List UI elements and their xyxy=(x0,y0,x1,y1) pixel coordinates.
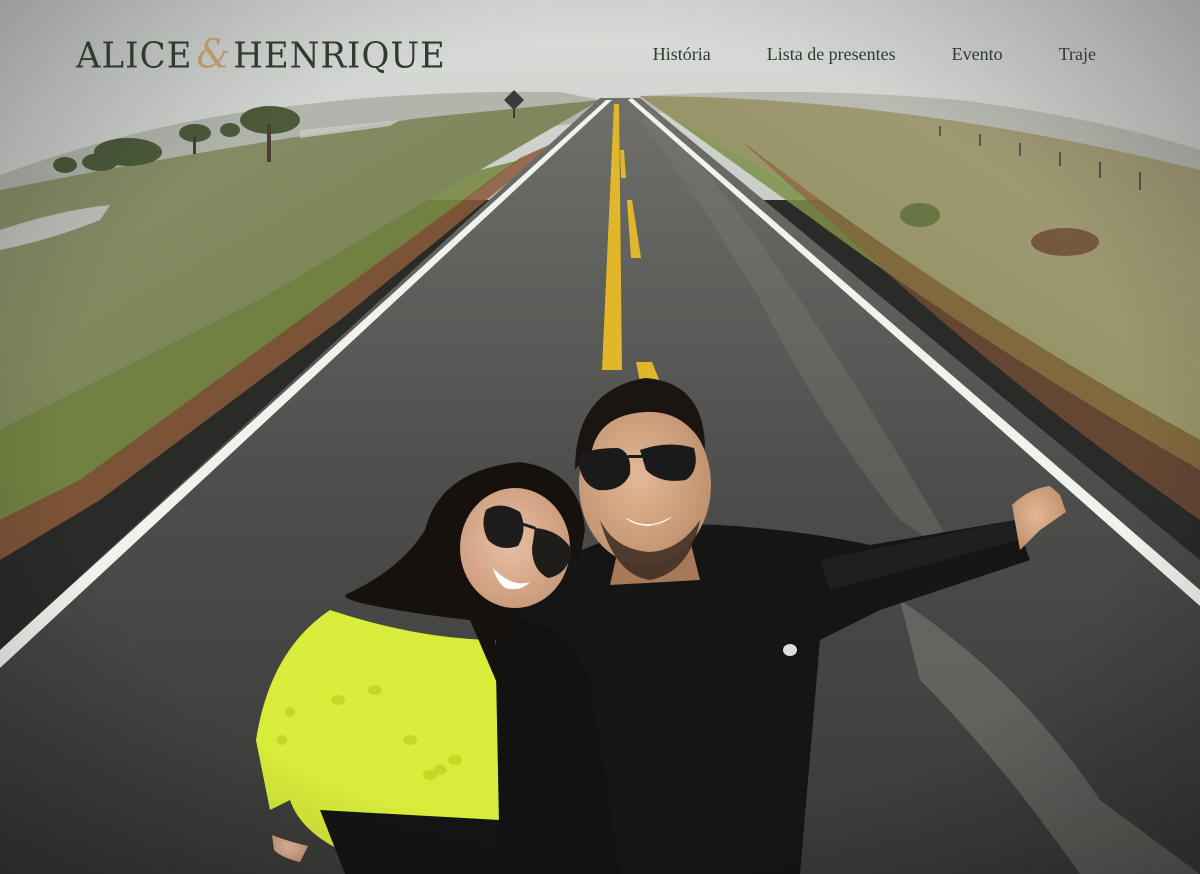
hero-photo xyxy=(0,0,1200,874)
hero-section: ALICE & HENRIQUE História Lista de prese… xyxy=(0,0,1200,874)
main-nav: História Lista de presentes Evento Traje xyxy=(653,44,1096,65)
site-header: ALICE & HENRIQUE História Lista de prese… xyxy=(0,0,1200,110)
site-logo[interactable]: ALICE & HENRIQUE xyxy=(76,30,446,79)
nav-link-historia[interactable]: História xyxy=(653,44,711,65)
logo-second-name: HENRIQUE xyxy=(233,35,446,77)
logo-ampersand: & xyxy=(196,30,232,77)
nav-link-evento[interactable]: Evento xyxy=(952,44,1003,65)
logo-first-name: ALICE xyxy=(76,35,193,77)
nav-link-lista-de-presentes[interactable]: Lista de presentes xyxy=(767,44,896,65)
nav-link-traje[interactable]: Traje xyxy=(1059,44,1096,65)
